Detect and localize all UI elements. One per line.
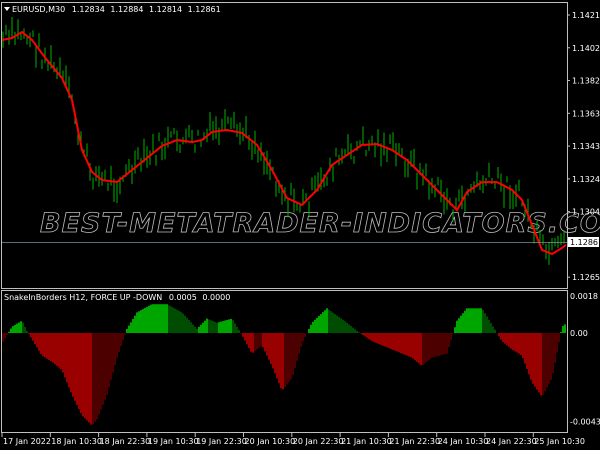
watermark: BEST-METATRADER-INDICATORS.COM <box>40 208 600 239</box>
time-tick-label: 20 Jan 22:30 <box>293 437 344 446</box>
indicator-histogram <box>2 304 566 425</box>
price-tick-label: 1.13045 <box>572 208 600 217</box>
indicator-tick-label: 0.0018 <box>570 292 598 301</box>
time-axis: 17 Jan 2022 18 Jan 10:3018 Jan 22:3019 Ja… <box>1 433 585 446</box>
time-tick-label: 17 Jan 2022 <box>3 437 51 446</box>
indicator-tick-label: 0.00 <box>570 329 588 338</box>
time-tick-label: 20 Jan 10:30 <box>245 437 296 446</box>
chart-canvas: BEST-METATRADER-INDICATORS.COM 1.14215 1.… <box>1 2 600 446</box>
indicator-header: SnakeInBorders H12, FORCE UP -DOWN 0.000… <box>4 293 230 302</box>
main-chart-frame <box>1 2 568 289</box>
price-tick-label: 1.13630 <box>572 109 600 118</box>
time-tick-label: 21 Jan 22:30 <box>389 437 440 446</box>
price-tick-label: 1.13435 <box>572 142 600 151</box>
dropdown-triangle-icon[interactable] <box>4 7 10 11</box>
time-tick-label: 19 Jan 10:30 <box>148 437 199 446</box>
price-tick-label: 1.14020 <box>572 44 600 53</box>
time-tick-label: 24 Jan 10:30 <box>438 437 489 446</box>
time-tick-label: 18 Jan 22:30 <box>100 437 151 446</box>
time-tick-label: 18 Jan 10:30 <box>51 437 102 446</box>
indicator-axis: 0.0018 0.00 -0.0043 <box>570 292 600 427</box>
indicator-tick-label: -0.0043 <box>570 417 600 426</box>
price-tick-label: 1.12655 <box>572 273 600 282</box>
time-tick-label: 25 Jan 10:30 <box>534 437 585 446</box>
time-tick-label: 21 Jan 10:30 <box>341 437 392 446</box>
price-tick-label: 1.14215 <box>572 11 600 20</box>
price-tick-label: 1.13825 <box>572 77 600 86</box>
current-price-label: 1.12861 <box>570 238 600 247</box>
time-tick-label: 19 Jan 22:30 <box>196 437 247 446</box>
price-tick-label: 1.13240 <box>572 175 600 184</box>
time-tick-label: 24 Jan 22:30 <box>486 437 537 446</box>
symbol-header: EURUSD,M30 1.12834 1.12884 1.12814 1.128… <box>12 5 221 14</box>
